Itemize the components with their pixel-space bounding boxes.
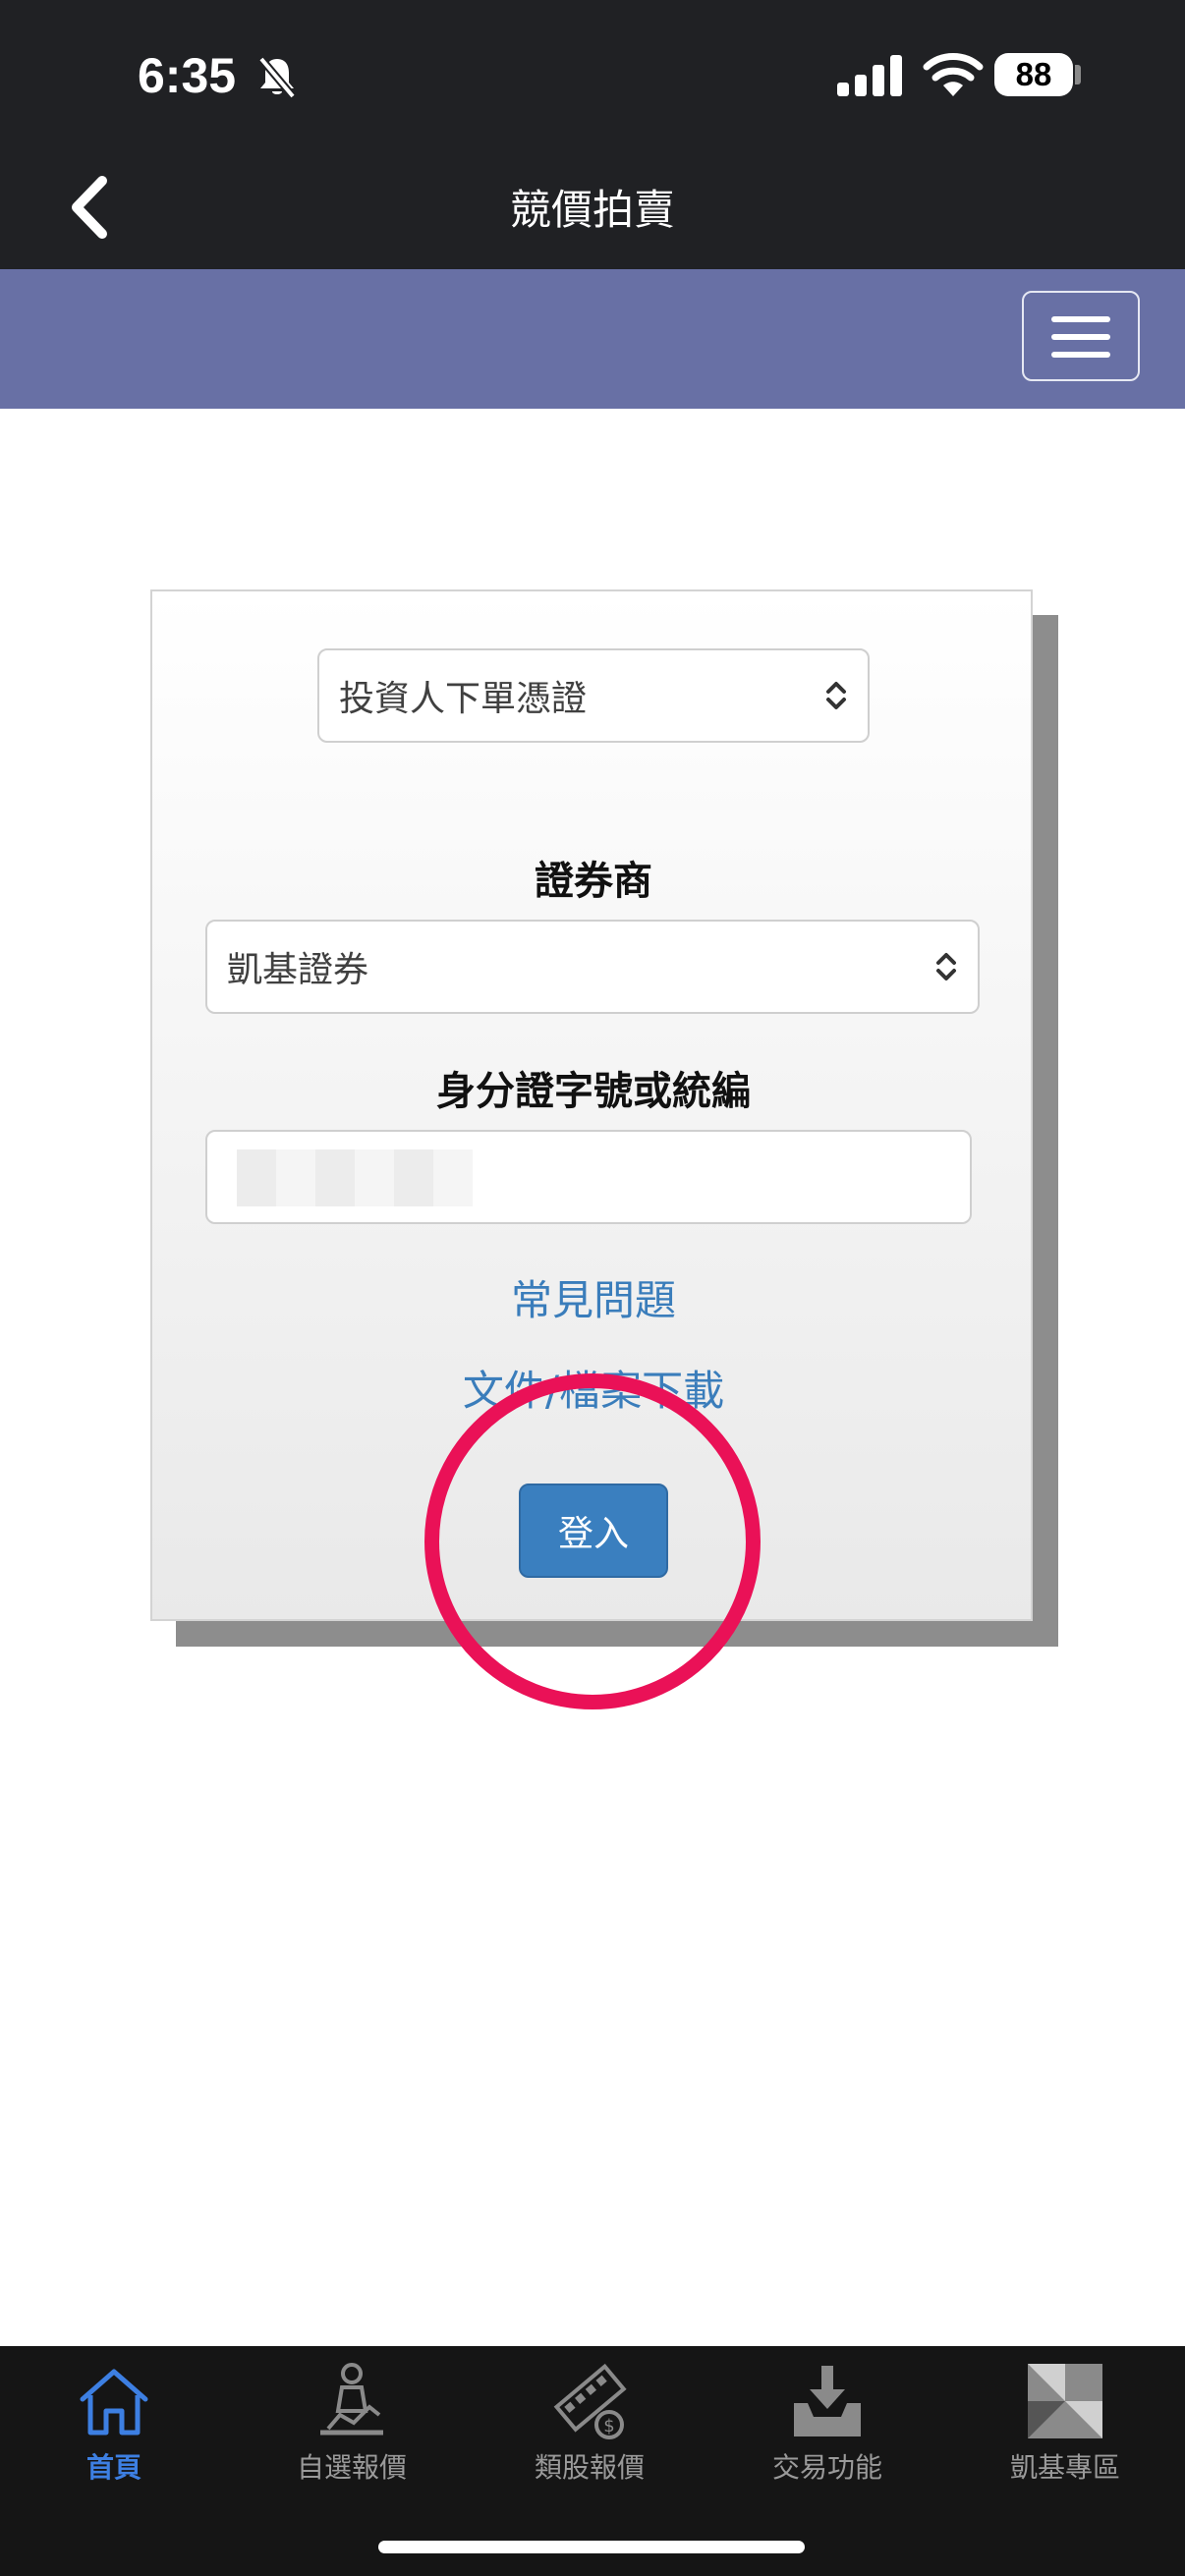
document-download-link[interactable]: 文件/檔案下載 [152, 1358, 1035, 1418]
tab-sector-quotes[interactable]: $ 類股報價 [491, 2360, 688, 2497]
select-arrows-icon [936, 953, 956, 980]
svg-text:$: $ [603, 2416, 614, 2436]
login-card: 投資人下單憑證 證券商 凱基證券 身分證字號或統編 常見問題 文件/檔案下載 登… [150, 589, 1033, 1621]
battery-indicator: 88 [994, 53, 1073, 96]
credential-select[interactable]: 投資人下單憑證 [317, 648, 870, 743]
menu-line [1051, 334, 1110, 340]
home-indicator[interactable] [378, 2541, 805, 2553]
tab-watchlist-quotes[interactable]: 自選報價 [254, 2360, 450, 2497]
tab-label: 類股報價 [534, 2451, 645, 2484]
status-time: 6:35 [138, 48, 237, 103]
menu-line [1051, 352, 1110, 358]
page-title: 競價拍賣 [509, 186, 675, 234]
tab-kgi-zone[interactable]: 凱基專區 [967, 2360, 1163, 2497]
redacted-value [237, 1149, 473, 1206]
tab-label: 交易功能 [771, 2451, 882, 2484]
tab-label: 凱基專區 [1009, 2451, 1120, 2484]
hamburger-menu-button[interactable] [1022, 291, 1140, 381]
broker-select[interactable]: 凱基證券 [205, 920, 980, 1014]
menu-line [1051, 316, 1110, 322]
tab-home[interactable]: 首頁 [16, 2360, 212, 2497]
faq-link[interactable]: 常見問題 [152, 1267, 1035, 1327]
broker-select-value: 凱基證券 [227, 950, 369, 990]
tab-trading[interactable]: 交易功能 [729, 2360, 926, 2497]
credential-select-value: 投資人下單憑證 [339, 679, 588, 719]
cell-signal-icon [837, 55, 902, 96]
person-chart-icon [320, 2363, 383, 2436]
download-tray-icon [794, 2366, 861, 2436]
tab-label: 自選報價 [296, 2451, 407, 2484]
tab-label: 首頁 [85, 2451, 141, 2484]
kgi-logo-icon [1028, 2364, 1102, 2438]
wifi-icon [923, 53, 984, 96]
battery-tip [1075, 65, 1081, 84]
bell-muted-icon [257, 56, 297, 99]
film-money-icon: $ [553, 2363, 627, 2439]
site-header [0, 269, 1185, 409]
id-label: 身分證字號或統編 [436, 1069, 751, 1114]
home-icon [80, 2369, 148, 2436]
broker-label: 證券商 [535, 859, 652, 904]
select-arrows-icon [826, 682, 846, 709]
id-number-input[interactable] [205, 1130, 972, 1224]
login-button[interactable]: 登入 [519, 1484, 668, 1578]
nav-bar: 競價拍賣 [0, 147, 1185, 269]
status-bar: 6:35 88 [0, 0, 1185, 147]
